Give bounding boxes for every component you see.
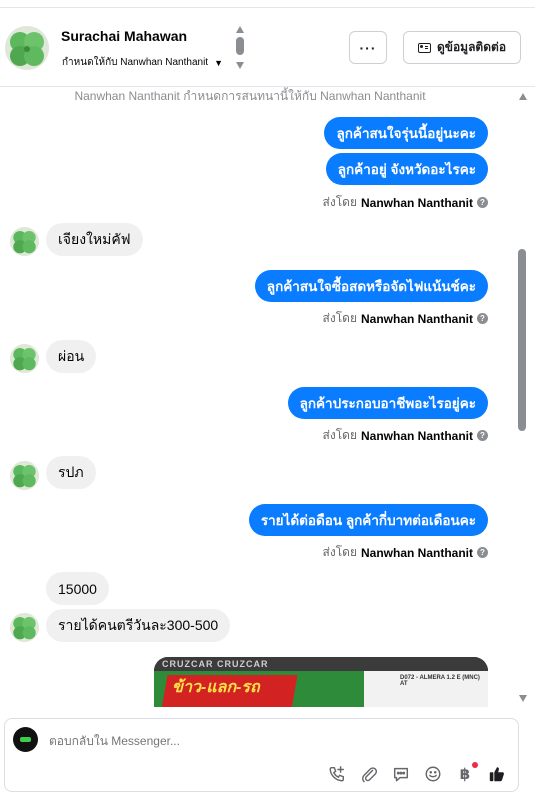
- contact-name[interactable]: Surachai Mahawan: [61, 28, 187, 44]
- scroll-up-icon[interactable]: [519, 93, 527, 100]
- sent-by-line: ส่งโดย Nanwhan Nanthanit ?: [323, 309, 488, 328]
- image-attachment[interactable]: CRUZCAR CRUZCAR ข้าว-แลก-รถ D072 - ALMER…: [154, 657, 488, 707]
- reply-input[interactable]: [49, 732, 349, 750]
- info-icon[interactable]: ?: [477, 547, 488, 558]
- sent-by-name[interactable]: Nanwhan Nanthanit: [361, 546, 473, 560]
- composer-toolbar: ฿: [316, 762, 508, 785]
- page-logo-icon: [20, 737, 31, 742]
- scroll-thumb[interactable]: [236, 37, 244, 55]
- info-icon[interactable]: ?: [477, 313, 488, 324]
- more-icon: ···: [359, 39, 377, 56]
- thread-scrollbar[interactable]: [515, 87, 531, 707]
- system-note: Nanwhan Nanthanit กำหนดการสนทนานี้ให้กับ…: [74, 89, 426, 103]
- reply-composer: ฿: [4, 718, 519, 792]
- attach-icon[interactable]: [358, 763, 380, 785]
- view-contact-label: ดูข้อมูลติดต่อ: [436, 40, 507, 54]
- contact-avatar-small[interactable]: [10, 344, 39, 373]
- contact-avatar-small[interactable]: [10, 613, 39, 642]
- like-icon[interactable]: [486, 763, 508, 785]
- call-add-icon[interactable]: [326, 763, 348, 785]
- message-outgoing[interactable]: รายได้ต่อดือน ลูกค้ากี่บาทต่อเดือนคะ: [248, 504, 488, 536]
- sent-by-name[interactable]: Nanwhan Nanthanit: [361, 196, 473, 210]
- view-contact-button[interactable]: ดูข้อมูลติดต่อ: [403, 31, 521, 64]
- top-border: [0, 0, 535, 8]
- info-icon[interactable]: ?: [477, 197, 488, 208]
- message-outgoing[interactable]: ลูกค้าประกอบอาชีพอะไรอยู่คะ: [287, 387, 488, 419]
- arrow-down-icon[interactable]: [236, 62, 244, 69]
- message-outgoing[interactable]: ลูกค้าอยู่ จังหวัดอะไรคะ: [325, 153, 488, 185]
- info-icon[interactable]: ?: [477, 430, 488, 441]
- contact-avatar-small[interactable]: [10, 461, 39, 490]
- arrow-up-icon[interactable]: [236, 26, 244, 33]
- clover-avatar-image: [10, 227, 39, 256]
- conversation-header: Surachai Mahawan กำหนดให้กับ Nanwhan Nan…: [0, 9, 535, 87]
- clover-avatar-image: [10, 613, 39, 642]
- sent-by-prefix: ส่งโดย: [322, 545, 357, 559]
- clover-avatar-image: [10, 461, 39, 490]
- message-outgoing[interactable]: ลูกค้าสนใจรุ่นนี้อยู่นะคะ: [324, 117, 488, 149]
- scroll-thumb[interactable]: [518, 249, 526, 431]
- sent-by-prefix: ส่งโดย: [322, 428, 357, 442]
- notification-dot: [472, 762, 478, 768]
- message-outgoing[interactable]: ลูกค้าสนใจซื้อสดหรือจัดไฟแน้นช์คะ: [254, 270, 488, 302]
- image-top-text: CRUZCAR CRUZCAR: [154, 657, 488, 671]
- sent-by-prefix: ส่งโดย: [322, 195, 357, 209]
- emoji-icon[interactable]: [422, 763, 444, 785]
- sent-by-line: ส่งโดย Nanwhan Nanthanit ?: [323, 426, 488, 445]
- page-avatar: [13, 727, 38, 752]
- contact-avatar[interactable]: [5, 26, 49, 70]
- message-incoming[interactable]: 15000: [46, 572, 109, 605]
- sent-by-line: ส่งโดย Nanwhan Nanthanit ?: [323, 543, 488, 562]
- assignment-label: กำหนดให้กับ Nanwhan Nanthanit: [62, 57, 209, 68]
- sent-by-name[interactable]: Nanwhan Nanthanit: [361, 429, 473, 443]
- sent-by-prefix: ส่งโดย: [322, 311, 357, 325]
- message-incoming[interactable]: รปภ: [46, 456, 96, 489]
- message-incoming[interactable]: รายได้คนตรีวันละ300-500: [46, 609, 231, 642]
- sent-by-name[interactable]: Nanwhan Nanthanit: [361, 312, 473, 326]
- more-options-button[interactable]: ···: [349, 31, 387, 64]
- baht-icon: ฿: [459, 766, 471, 783]
- message-incoming[interactable]: ผ่อน: [46, 340, 97, 373]
- scroll-down-icon[interactable]: [519, 695, 527, 702]
- assignment-dropdown[interactable]: กำหนดให้กับ Nanwhan Nanthanit ▼: [62, 55, 223, 70]
- saved-reply-icon[interactable]: [390, 763, 412, 785]
- clover-avatar-image: [10, 344, 39, 373]
- clover-avatar-image: [5, 26, 49, 70]
- contact-card-icon: [417, 42, 431, 53]
- image-promo-text: ข้าว-แลก-รถ: [172, 679, 260, 696]
- message-incoming[interactable]: เจียงใหม่คัฟ: [46, 223, 143, 256]
- header-scroll-control[interactable]: [235, 24, 245, 72]
- payment-icon[interactable]: ฿: [454, 762, 478, 785]
- contact-avatar-small[interactable]: [10, 227, 39, 256]
- image-model-text: D072 - ALMERA 1.2 E (MNC) AT: [400, 675, 480, 687]
- caret-down-icon: ▼: [214, 57, 224, 68]
- sent-by-line: ส่งโดย Nanwhan Nanthanit ?: [323, 193, 488, 212]
- message-thread: Nanwhan Nanthanit กำหนดการสนทนานี้ให้กับ…: [0, 87, 535, 707]
